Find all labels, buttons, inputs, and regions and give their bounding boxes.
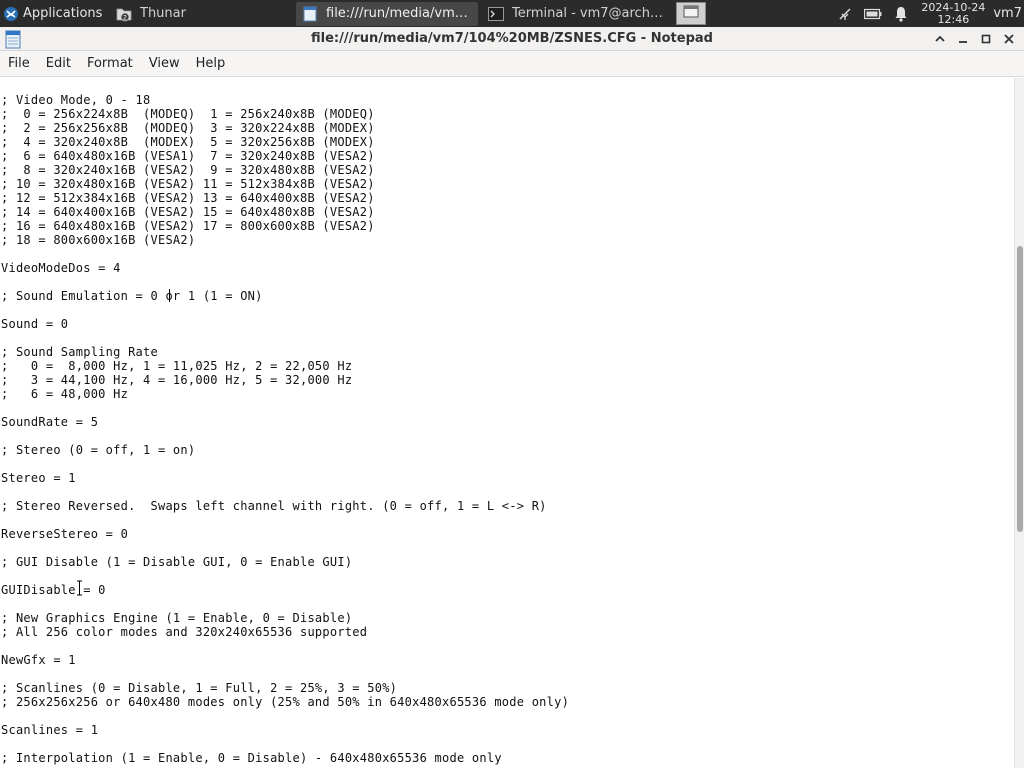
network-disconnected-icon[interactable] (834, 3, 856, 25)
folder-icon: 2 (116, 6, 132, 22)
menu-help[interactable]: Help (188, 51, 234, 77)
maximize-icon (980, 30, 992, 49)
task-notepad[interactable]: file:///run/media/vm… (296, 1, 478, 26)
menu-format[interactable]: Format (79, 51, 141, 77)
clock-time: 12:46 (937, 12, 970, 26)
menu-edit[interactable]: Edit (38, 51, 79, 77)
task-label: Thunar (140, 6, 186, 21)
text-caret (169, 289, 170, 302)
notepad-app-icon[interactable] (4, 29, 22, 49)
clock-date: 2024-10-24 (921, 0, 986, 14)
shade-button[interactable] (929, 29, 951, 49)
notepad-icon (302, 6, 318, 22)
clock[interactable]: 2024-10-24 12:46 (921, 0, 986, 26)
show-desktop-button[interactable] (676, 2, 706, 25)
vertical-scrollbar[interactable] (1014, 78, 1024, 768)
terminal-icon (488, 6, 504, 22)
menu-view[interactable]: View (141, 51, 188, 77)
task-label: Terminal - vm7@arch… (512, 6, 663, 21)
scrollbar-thumb[interactable] (1017, 246, 1023, 532)
applications-menu-button[interactable]: Applications (0, 0, 110, 27)
menu-file[interactable]: File (0, 51, 38, 77)
close-button[interactable] (998, 29, 1020, 49)
window-controls (928, 29, 1020, 49)
task-terminal[interactable]: Terminal - vm7@arch… (482, 2, 668, 26)
minimize-icon (957, 30, 969, 49)
task-label: file:///run/media/vm… (326, 6, 468, 21)
chevron-up-icon (934, 30, 946, 49)
user-menu[interactable]: vm7 (993, 6, 1022, 21)
editor-content[interactable]: ; Video Mode, 0 - 18 ; 0 = 256x224x8B (M… (1, 93, 569, 765)
window-titlebar[interactable]: file:///run/media/vm7/104%20MB/ZSNES.CFG… (0, 27, 1024, 51)
ibeam-cursor-icon (76, 580, 83, 596)
maximize-button[interactable] (975, 29, 997, 49)
menu-bar: File Edit Format View Help (0, 51, 1024, 77)
window-title: file:///run/media/vm7/104%20MB/ZSNES.CFG… (311, 31, 713, 46)
notifications-bell-icon[interactable] (890, 3, 912, 25)
taskbar: Applications 2 Thunar file:///run/media/… (0, 0, 1024, 27)
text-editor[interactable]: ; Video Mode, 0 - 18 ; 0 = 256x224x8B (M… (0, 78, 1014, 768)
close-icon (1003, 30, 1015, 49)
thunar-window-count-badge: 2 (123, 13, 127, 21)
task-thunar[interactable]: 2 Thunar (110, 2, 292, 26)
minimize-button[interactable] (952, 29, 974, 49)
desktop-icon (683, 5, 699, 22)
xfce-logo-icon (3, 6, 19, 22)
applications-label: Applications (23, 6, 103, 21)
battery-icon[interactable] (862, 3, 884, 25)
system-tray: 2024-10-24 12:46 vm7 (831, 0, 1024, 27)
